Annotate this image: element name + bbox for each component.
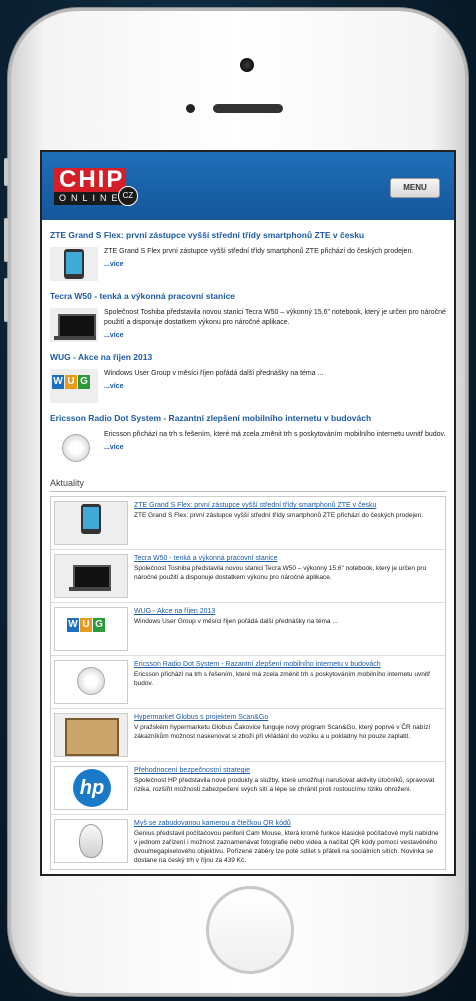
item-title-link[interactable]: Myš se zabudovanou kamerou a čtečkou QR … (134, 819, 442, 828)
featured-text: Ericsson přichází na trh s řešením, kter… (104, 431, 446, 438)
front-camera (240, 58, 254, 72)
menu-button[interactable]: MENU (390, 178, 440, 198)
volume-down-button (4, 278, 8, 322)
more-link[interactable]: ...více (104, 383, 323, 390)
featured-text: ZTE Grand S Flex první zástupce vyšší st… (104, 248, 414, 255)
globus-image[interactable] (54, 713, 128, 757)
more-link[interactable]: ...více (104, 261, 413, 268)
item-title-link[interactable]: Hypermarket Globus s projektem Scan&Go (134, 713, 442, 722)
phone-image[interactable] (50, 247, 98, 281)
featured-article: ZTE Grand S Flex: první zástupce vyšší s… (50, 230, 446, 281)
item-text: Windows User Group v měsíci říjen pořádá… (134, 618, 338, 625)
item-text: Ericsson přichází na trh s řešením, kter… (134, 671, 431, 687)
featured-text: Windows User Group v měsíci říjen pořádá… (104, 370, 324, 377)
featured-title[interactable]: Ericsson Radio Dot System - Razantní zle… (50, 413, 446, 424)
radio-dot-image[interactable] (50, 430, 98, 464)
featured-article: WUG - Akce na říjen 2013 WUG Windows Use… (50, 352, 446, 403)
featured-text: Společnost Toshiba představila novou sta… (104, 309, 446, 326)
site-header: CHIP ONLINE CZ MENU (42, 152, 454, 220)
item-title-link[interactable]: Ericsson Radio Dot System - Razantní zle… (134, 660, 442, 669)
earpiece-speaker (213, 104, 283, 113)
list-item: Tecra W50 - tenká a výkonná pracovní sta… (51, 550, 445, 603)
featured-articles: ZTE Grand S Flex: první zástupce vyšší s… (42, 230, 454, 464)
list-item: WUG WUG - Akce na říjen 2013 Windows Use… (51, 603, 445, 656)
hp-logo[interactable]: hp (54, 766, 128, 810)
logo-main-text: CHIP (54, 168, 126, 192)
logo-badge: CZ (118, 186, 138, 206)
list-item: Myš se zabudovanou kamerou a čtečkou QR … (51, 815, 445, 869)
wug-logo[interactable]: WUG (54, 607, 128, 651)
phone-screen: CHIP ONLINE CZ MENU ZTE Grand S Flex: pr… (40, 150, 456, 876)
aktuality-heading: Aktuality (50, 478, 446, 492)
item-title-link[interactable]: WUG - Akce na říjen 2013 (134, 607, 338, 616)
featured-article: Ericsson Radio Dot System - Razantní zle… (50, 413, 446, 464)
item-text: Společnost Toshiba představila novou sta… (134, 565, 427, 581)
item-text: Společnost HP představila nové produkty … (134, 777, 435, 793)
featured-title[interactable]: ZTE Grand S Flex: první zástupce vyšší s… (50, 230, 446, 241)
radio-dot-image[interactable] (54, 660, 128, 704)
laptop-image[interactable] (54, 554, 128, 598)
wug-logo[interactable]: WUG (50, 369, 98, 403)
proximity-sensor (186, 104, 195, 113)
more-link[interactable]: ...více (104, 444, 445, 451)
aktuality-list: ZTE Grand S Flex: první zástupce vyšší s… (50, 496, 446, 870)
featured-title[interactable]: WUG - Akce na říjen 2013 (50, 352, 446, 363)
mouse-image[interactable] (54, 819, 128, 863)
featured-article: Tecra W50 - tenká a výkonná pracovní sta… (50, 291, 446, 342)
volume-up-button (4, 218, 8, 262)
item-text: Genius představil počítačovou periferii … (134, 830, 439, 864)
more-link[interactable]: ...více (104, 332, 446, 339)
item-text: ZTE Grand S Flex: první zástupce vyšší s… (134, 512, 424, 519)
item-title-link[interactable]: ZTE Grand S Flex: první zástupce vyšší s… (134, 501, 423, 510)
item-title-link[interactable]: Přehodnocení bezpečnostní strategie (134, 766, 442, 775)
list-item: Hypermarket Globus s projektem Scan&Go V… (51, 709, 445, 762)
chip-online-logo[interactable]: CHIP ONLINE CZ (54, 168, 150, 206)
home-button[interactable] (206, 886, 294, 974)
list-item: hp Přehodnocení bezpečnostní strategie S… (51, 762, 445, 815)
item-title-link[interactable]: Tecra W50 - tenká a výkonná pracovní sta… (134, 554, 442, 563)
phone-image[interactable] (54, 501, 128, 545)
mute-switch (4, 158, 8, 186)
list-item: ZTE Grand S Flex: první zástupce vyšší s… (51, 497, 445, 550)
item-text: V pražském hypermarketu Globus Čakovice … (134, 724, 431, 740)
list-item: Ericsson Radio Dot System - Razantní zle… (51, 656, 445, 709)
laptop-image[interactable] (50, 308, 98, 342)
featured-title[interactable]: Tecra W50 - tenká a výkonná pracovní sta… (50, 291, 446, 302)
logo-sub-text: ONLINE (54, 192, 126, 205)
